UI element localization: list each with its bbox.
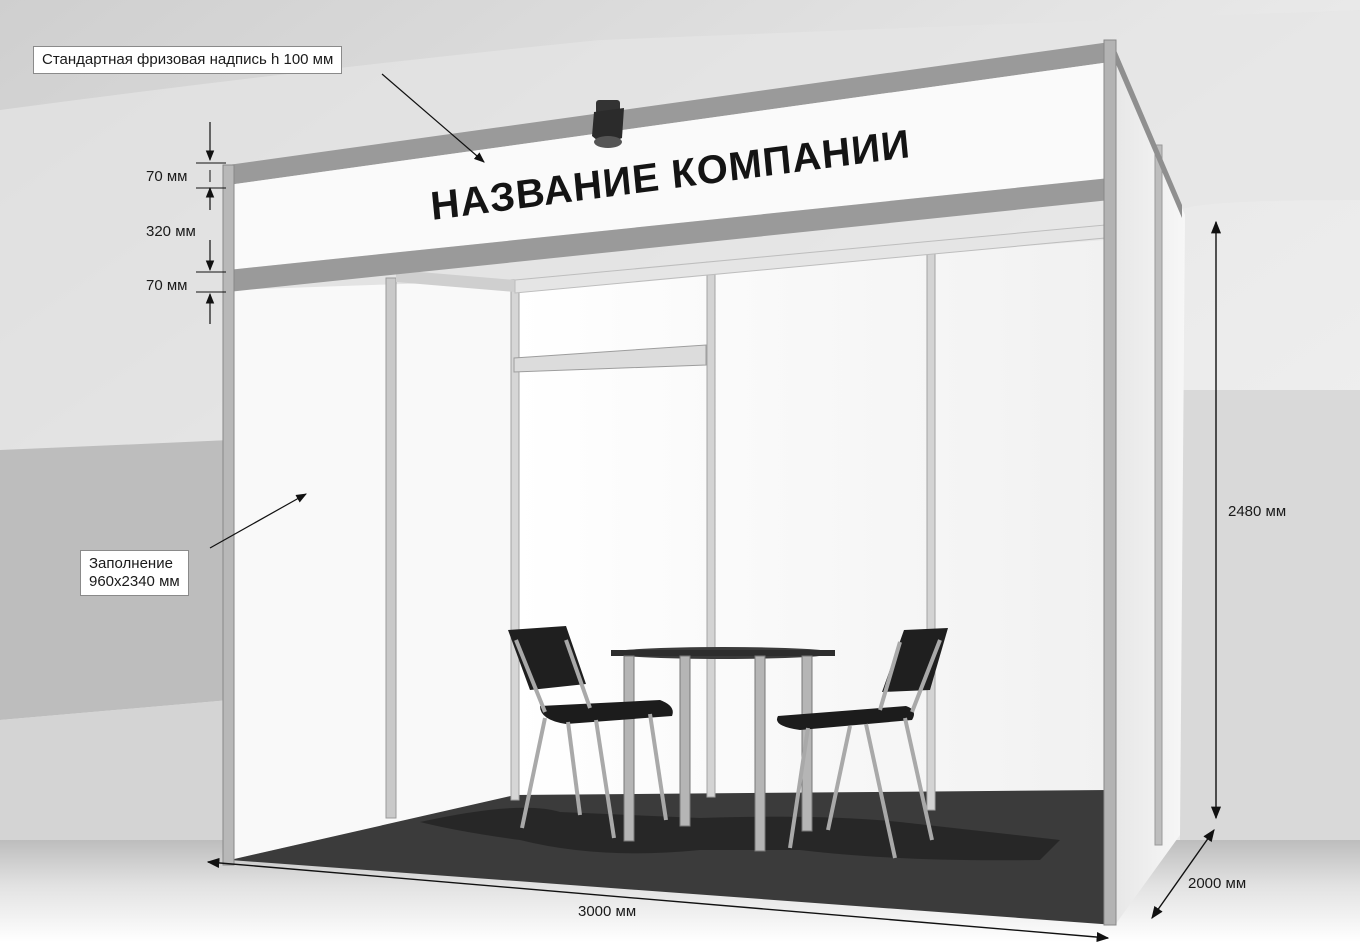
exhibition-stand-diagram: НАЗВАНИЕ КОМПАНИИ 70 мм 320 мм 70 мм 248…: [0, 0, 1360, 942]
front-left-post: [222, 164, 235, 866]
dim-frieze-top-label: 70 мм: [146, 168, 187, 185]
infill-title-text: Заполнение: [89, 555, 173, 572]
dim-width-label: 3000 мм: [578, 903, 636, 920]
rear-right-post: [1154, 144, 1163, 846]
back-wall-post-2: [926, 244, 936, 811]
dim-frieze-bottom-label: 70 мм: [146, 277, 187, 294]
infill-size-text: 960х2340 мм: [89, 573, 180, 590]
left-side-wall: [230, 280, 515, 860]
dim-height-label: 2480 мм: [1228, 503, 1286, 520]
left-wall-post: [385, 277, 397, 819]
back-wall-post-1: [706, 261, 716, 798]
infill-callout: Заполнение 960х2340 мм: [80, 550, 189, 596]
spotlight-icon: [592, 100, 624, 148]
dim-depth-label: 2000 мм: [1188, 875, 1246, 892]
dim-frieze-panel-label: 320 мм: [146, 223, 196, 240]
stand-illustration: НАЗВАНИЕ КОМПАНИИ 70 мм 320 мм 70 мм 248…: [0, 0, 1360, 942]
front-right-post: [1103, 39, 1117, 926]
fascia-note-text: Стандартная фризовая надпись h 100 мм: [42, 51, 334, 68]
fascia-note-callout: Стандартная фризовая надпись h 100 мм: [33, 46, 343, 74]
